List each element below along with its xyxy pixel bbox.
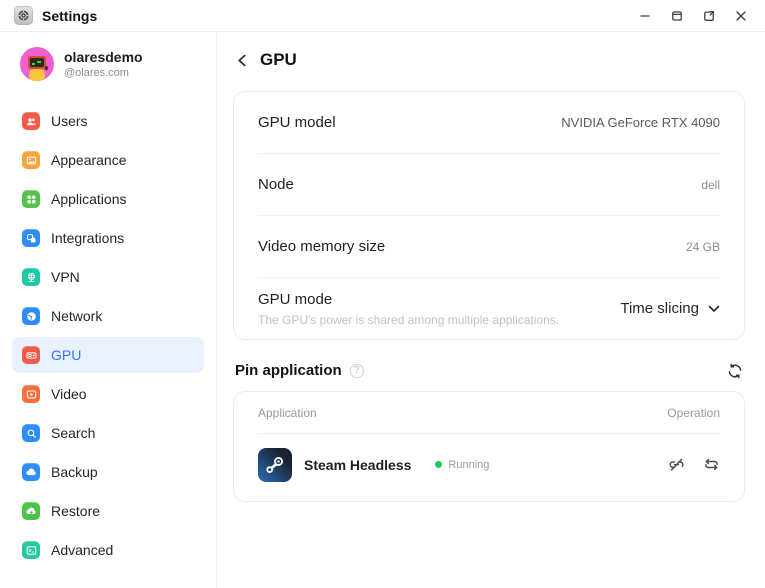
sidebar-item-label: Advanced — [51, 542, 114, 558]
page-title: GPU — [260, 50, 297, 69]
help-icon[interactable]: ? — [349, 363, 364, 378]
sidebar-item-label: Applications — [51, 191, 127, 207]
row-value: 24 GB — [685, 239, 720, 254]
row-label: Video memory size — [258, 238, 386, 255]
search-icon — [22, 424, 40, 442]
restore-icon — [671, 10, 683, 22]
close-button[interactable] — [731, 6, 751, 26]
sidebar-item-users[interactable]: Users — [12, 103, 204, 139]
gpu-mode-select[interactable]: Time slicing — [620, 300, 720, 317]
vpn-icon — [22, 268, 40, 286]
window-title: Settings — [42, 7, 98, 24]
chevron-down-icon — [708, 305, 720, 313]
steam-app-icon — [258, 447, 292, 482]
avatar — [20, 47, 54, 81]
sidebar-item-gpu[interactable]: GPU — [12, 337, 204, 373]
content: GPU GPU model NVIDIA GeForce RTX 4090 Node… — [217, 32, 765, 588]
row-label-block: Node — [258, 176, 294, 193]
applications-icon — [22, 190, 40, 208]
row-label: GPU mode — [258, 290, 333, 308]
user-profile[interactable]: olaresdemo @olares.com — [0, 47, 216, 81]
section-title: Pin application — [235, 362, 342, 379]
restore-button[interactable] — [667, 6, 687, 26]
sidebar-item-search[interactable]: Search — [12, 415, 204, 451]
unbind-button[interactable] — [668, 456, 685, 473]
refresh-icon[interactable] — [727, 363, 743, 379]
row-label: Node — [258, 176, 294, 193]
sidebar-item-label: Search — [51, 425, 96, 441]
sidebar: olaresdemo @olares.com Users Appearance Ap… — [0, 32, 217, 588]
sidebar-item-label: Users — [51, 113, 88, 129]
setting-row: Video memory size 24 GB — [234, 216, 744, 277]
sidebar-item-vpn[interactable]: VPN — [12, 259, 204, 295]
sidebar-item-applications[interactable]: Applications — [12, 181, 204, 217]
status-badge: Running — [435, 459, 489, 471]
sidebar-item-backup[interactable]: Backup — [12, 454, 204, 490]
sidebar-item-label: Backup — [51, 464, 98, 480]
sidebar-item-advanced[interactable]: Advanced — [12, 532, 204, 568]
pin-application-header: Pin application ? — [235, 362, 743, 379]
minimize-button[interactable] — [635, 6, 655, 26]
title-bar: Settings — [0, 0, 765, 32]
sidebar-item-label: Network — [51, 308, 103, 324]
sidebar-item-label: Integrations — [51, 230, 125, 246]
table-row: Steam Headless Running — [234, 434, 744, 495]
select-value: Time slicing — [620, 300, 699, 317]
page-header: GPU — [233, 46, 745, 74]
row-label-block: GPU mode The GPU's power is shared among … — [258, 291, 559, 327]
minimize-icon — [639, 10, 651, 22]
backup-icon — [22, 463, 40, 481]
row-label-block: GPU model — [258, 114, 336, 131]
settings-app-icon — [14, 6, 33, 25]
sidebar-item-label: Restore — [51, 503, 101, 519]
unbind-icon — [668, 456, 685, 473]
users-icon — [22, 112, 40, 130]
user-name: olaresdemo — [64, 49, 143, 65]
setting-row: GPU model NVIDIA GeForce RTX 4090 — [234, 92, 744, 153]
sidebar-item-network[interactable]: Network — [12, 298, 204, 334]
user-handle: @olares.com — [64, 67, 129, 79]
integrations-icon — [22, 229, 40, 247]
row-label-block: Video memory size — [258, 238, 385, 255]
setting-row: Node dell — [234, 154, 744, 215]
user-info: olaresdemo @olares.com — [64, 49, 143, 79]
sidebar-item-label: Video — [51, 386, 87, 402]
application-name: Steam Headless — [304, 456, 412, 473]
table-header: Application Operation — [234, 392, 744, 433]
status-text: Running — [448, 458, 490, 471]
row-label: GPU model — [258, 114, 336, 131]
restart-icon — [703, 456, 720, 473]
application-cell: Steam Headless — [258, 447, 412, 482]
appearance-icon — [22, 151, 40, 169]
popout-button[interactable] — [699, 6, 719, 26]
row-value: dell — [701, 177, 720, 192]
pin-application-table: Application Operation Steam Headless Run… — [233, 391, 745, 502]
column-operation: Operation — [667, 405, 720, 420]
setting-row: GPU mode The GPU's power is shared among … — [234, 278, 744, 339]
sidebar-item-video[interactable]: Video — [12, 376, 204, 412]
column-application: Application — [258, 405, 317, 420]
sidebar-item-label: Appearance — [51, 152, 127, 168]
restart-button[interactable] — [703, 456, 720, 473]
open-in-new-icon — [703, 10, 715, 22]
video-icon — [22, 385, 40, 403]
gpu-icon — [22, 346, 40, 364]
sidebar-menu: Users Appearance Applications Integrations V… — [0, 103, 216, 568]
back-button[interactable] — [233, 51, 251, 69]
operation-buttons — [668, 456, 720, 473]
running-dot — [435, 461, 443, 468]
sidebar-item-restore[interactable]: Restore — [12, 493, 204, 529]
sidebar-item-appearance[interactable]: Appearance — [12, 142, 204, 178]
sidebar-item-integrations[interactable]: Integrations — [12, 220, 204, 256]
sidebar-item-label: GPU — [51, 347, 82, 363]
close-icon — [735, 10, 747, 22]
gpu-info-card: GPU model NVIDIA GeForce RTX 4090 Node dell… — [233, 91, 745, 340]
sidebar-item-label: VPN — [51, 269, 80, 285]
row-value: NVIDIA GeForce RTX 4090 — [561, 115, 720, 130]
network-icon — [22, 307, 40, 325]
window-controls — [635, 6, 751, 26]
advanced-icon — [22, 541, 40, 559]
row-sublabel: The GPU's power is shared among multiple… — [258, 312, 560, 327]
restore-cloud-icon — [22, 502, 40, 520]
